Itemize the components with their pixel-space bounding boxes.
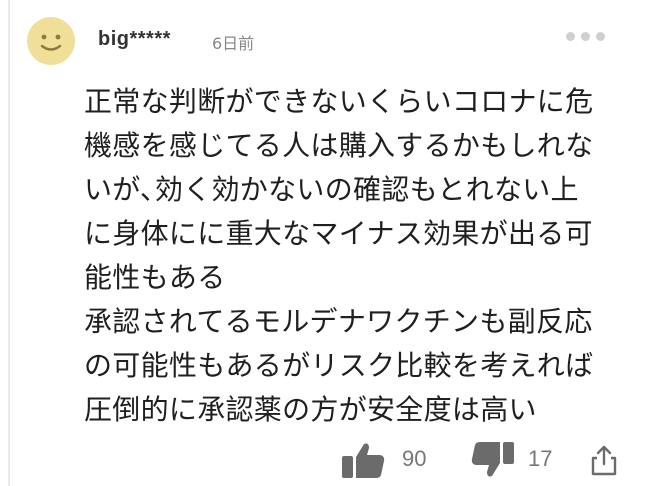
comment-body: 正常な判断ができないくらいコロナに危 機感を感じてる人は購入するかもしれな いが… xyxy=(84,80,639,432)
comment-line: 機感を感じてる人は購入するかもしれな xyxy=(84,129,594,162)
thumbs-up-icon xyxy=(342,443,385,478)
like-button[interactable]: 90 xyxy=(340,440,440,480)
avatar[interactable] xyxy=(27,17,75,65)
more-menu-button[interactable] xyxy=(566,26,616,41)
comment-card: big***** 6日前 正常な判断ができないくらいコロナに危 機感を感じてる人… xyxy=(0,0,650,486)
more-dots-icon xyxy=(566,32,575,41)
comment-line: 能性もある xyxy=(84,261,226,294)
comment-line: 承認されてるモルデナワクチンも副反応 xyxy=(84,305,593,338)
thumbs-down-icon xyxy=(471,442,514,477)
more-dots-icon xyxy=(581,32,590,41)
dislike-count: 17 xyxy=(528,446,553,471)
like-count: 90 xyxy=(402,446,427,471)
comment-line: の可能性もあるがリスク比較を考えれば xyxy=(84,349,594,382)
comment-line: いが､効く効かないの確認もとれない上 xyxy=(84,173,579,206)
share-button[interactable] xyxy=(590,444,618,476)
reaction-bar: 90 17 xyxy=(0,432,650,486)
more-dots-icon xyxy=(596,32,605,41)
timestamp: 6日前 xyxy=(212,34,255,53)
comment-line: に身体にに重大なマイナス効果が出る可 xyxy=(84,217,593,250)
card-edge xyxy=(8,0,10,486)
smiley-face-icon xyxy=(40,34,62,51)
comment-line: 正常な判断ができないくらいコロナに危 xyxy=(84,85,594,118)
share-icon xyxy=(591,445,617,476)
username[interactable]: big***** xyxy=(98,28,171,51)
dislike-button[interactable]: 17 xyxy=(466,440,566,480)
comment-line: 圧倒的に承認薬の方が安全度は高い xyxy=(84,393,537,426)
